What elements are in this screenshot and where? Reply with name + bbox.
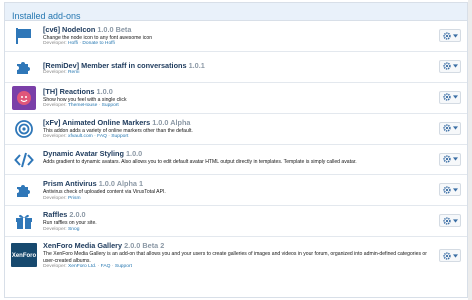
addon-options-button[interactable] <box>439 214 461 228</box>
developer-link[interactable]: Hoffi <box>68 41 78 46</box>
gear-icon <box>442 62 451 71</box>
target-icon <box>12 118 36 140</box>
reactions-logo <box>12 85 36 110</box>
support-link[interactable]: Support <box>115 264 132 269</box>
addon-title[interactable]: [RemiDev] Member staff in conversations … <box>43 61 427 70</box>
chevron-down-icon <box>452 254 458 258</box>
gear-icon <box>442 124 451 132</box>
addon-options-button[interactable] <box>439 249 461 263</box>
donate-link[interactable]: Donate to Hoffi <box>82 41 115 46</box>
scrollbar[interactable] <box>468 0 472 300</box>
addon-row: Dynamic Avatar Styling 1.0.0 Adds gradie… <box>5 145 467 176</box>
addon-version: 1.0.0 Beta <box>97 25 132 34</box>
addon-title[interactable]: Prism Antivirus 1.0.0 Alpha 1 <box>43 179 427 188</box>
addon-meta: Developer: Snog <box>43 226 80 232</box>
addon-title[interactable]: [xFv] Animated Online Markers 1.0.0 Alph… <box>43 118 427 127</box>
svg-text:XenForo: XenForo <box>12 253 37 259</box>
gear-icon <box>442 252 451 260</box>
developer-link[interactable]: Prism <box>68 196 81 201</box>
chevron-down-icon <box>452 157 458 161</box>
gift-icon <box>12 210 36 232</box>
addon-description: Adds gradient to dynamic avatars. Also a… <box>43 158 357 165</box>
addon-meta: Developer: Hoffi · Donate to Hoffi <box>43 41 115 47</box>
flag-icon <box>12 25 36 47</box>
support-link[interactable]: Support <box>111 134 128 139</box>
addon-row: [cv6] NodeIcon 1.0.0 Beta Change the nod… <box>5 21 467 52</box>
support-link[interactable]: Support <box>102 103 119 108</box>
addon-title[interactable]: Dynamic Avatar Styling 1.0.0 <box>43 149 427 158</box>
panel-title: Installed add-ons <box>12 11 81 21</box>
chevron-down-icon <box>452 188 458 192</box>
addon-meta: Developer: Remi <box>43 69 80 75</box>
addon-meta: Developer: XenForo Ltd. · FAQ · Support <box>43 264 132 270</box>
addon-version: 1.0.0 <box>126 148 143 158</box>
addon-meta: Developer: xfvault.com · FAQ · Support <box>43 134 129 140</box>
addon-options-button[interactable] <box>439 121 461 135</box>
developer-link[interactable]: XenForo Ltd. <box>68 264 96 269</box>
code-icon <box>12 149 36 171</box>
addon-row: [xFv] Animated Online Markers 1.0.0 Alph… <box>5 114 467 145</box>
addon-title[interactable]: [TH] Reactions 1.0.0 <box>43 87 427 96</box>
chevron-down-icon <box>452 64 458 69</box>
addon-row: [RemiDev] Member staff in conversations … <box>5 52 467 83</box>
addon-meta: Developer: ThemeHouse · Support <box>43 103 119 109</box>
addon-version: 1.0.1 <box>188 60 205 70</box>
addon-options-button[interactable] <box>439 183 461 197</box>
addon-version: 1.0.0 Alpha <box>152 117 191 127</box>
addon-version: 1.0.0 Alpha 1 <box>98 179 144 189</box>
addon-meta: Developer: Prism <box>43 195 81 201</box>
gear-icon <box>442 93 451 101</box>
addon-options-button[interactable] <box>439 90 461 104</box>
addon-version: 2.0.0 Beta 2 <box>124 241 165 251</box>
developer-link[interactable]: xfvault.com <box>68 134 93 139</box>
addon-row: [TH] Reactions 1.0.0 Show how you feel w… <box>5 83 467 114</box>
gear-icon <box>442 217 451 225</box>
chevron-down-icon <box>452 219 458 223</box>
addon-row: Prism Antivirus 1.0.0 Alpha 1 Antivirus … <box>5 175 467 207</box>
puzzle-icon <box>12 179 36 201</box>
developer-link[interactable]: Remi <box>68 70 79 75</box>
chevron-down-icon <box>452 126 458 130</box>
addon-options-button[interactable] <box>439 59 461 73</box>
addon-title[interactable]: Raffles 2.0.0 <box>43 210 427 219</box>
gear-icon <box>442 155 451 163</box>
puzzle-icon <box>12 56 36 78</box>
addon-row: XenForo XenForo Media Gallery 2.0.0 Beta… <box>5 237 467 273</box>
addon-row: Raffles 2.0.0 Run raffles on your site. … <box>5 206 467 238</box>
faq-link[interactable]: FAQ <box>101 264 111 269</box>
developer-link[interactable]: Snog <box>68 227 79 232</box>
developer-link[interactable]: ThemeHouse <box>68 103 97 108</box>
installed-addons-panel: Installed add-ons [cv6] NodeIcon 1.0.0 B… <box>4 2 468 298</box>
addon-title[interactable]: [cv6] NodeIcon 1.0.0 Beta <box>43 25 427 34</box>
addon-description: The XenForo Media Gallery is an add-on t… <box>43 251 427 264</box>
addon-title[interactable]: XenForo Media Gallery 2.0.0 Beta 2 <box>43 241 427 250</box>
addon-options-button[interactable] <box>439 29 461 42</box>
addon-version: 1.0.0 <box>96 86 113 96</box>
addon-version: 2.0.0 <box>69 210 86 220</box>
faq-link[interactable]: FAQ <box>97 134 107 139</box>
gear-icon <box>442 31 451 40</box>
gear-icon <box>442 186 451 194</box>
addon-options-button[interactable] <box>439 152 461 166</box>
addon-list: [cv6] NodeIcon 1.0.0 Beta Change the nod… <box>5 21 467 273</box>
xenforo-logo: XenForo <box>11 243 37 268</box>
panel-header: Installed add-ons <box>5 3 467 21</box>
chevron-down-icon <box>452 95 458 99</box>
chevron-down-icon <box>452 33 458 38</box>
